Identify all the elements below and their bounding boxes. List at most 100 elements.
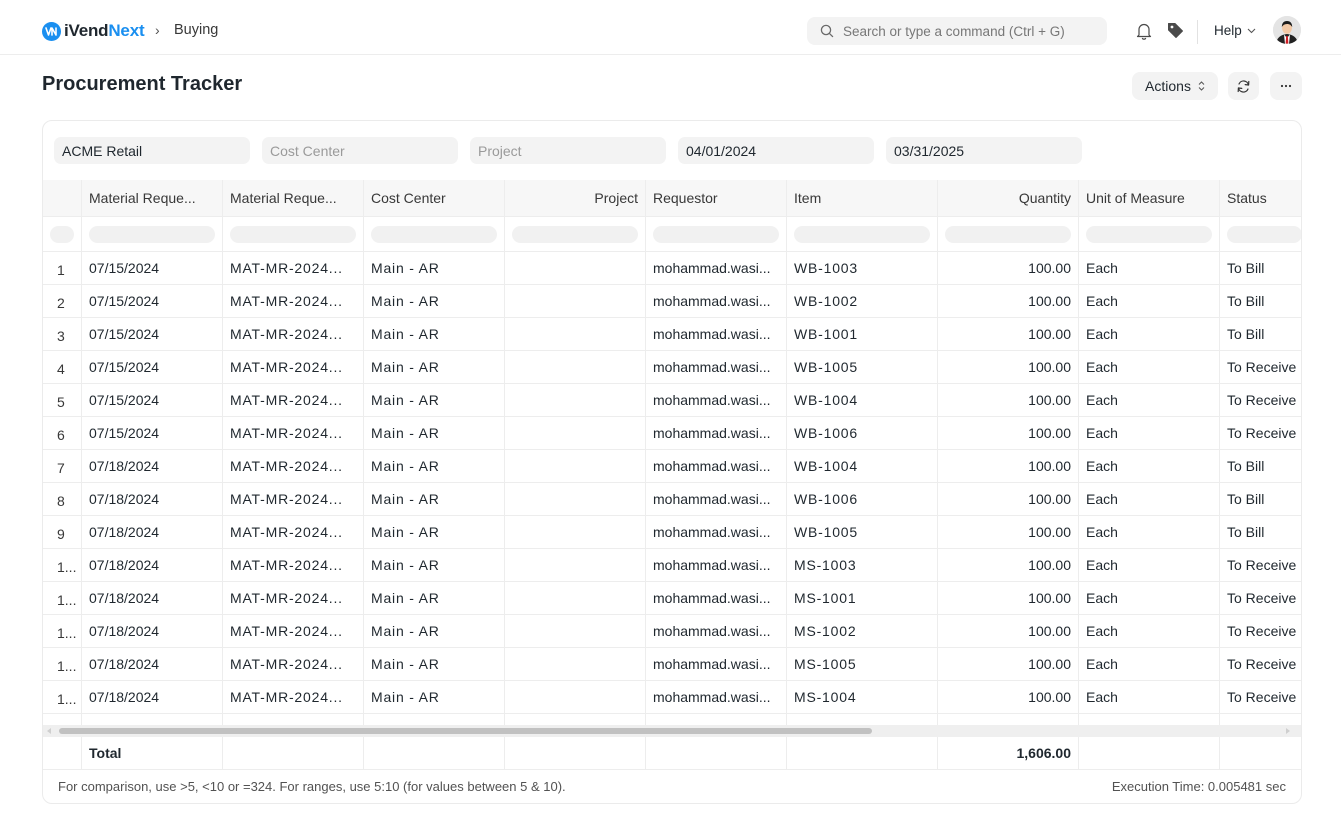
cell-unit-of-measure[interactable]: Each bbox=[1079, 252, 1220, 284]
cell-cost-center[interactable]: Main - AR bbox=[364, 417, 505, 449]
cell-material-request[interactable]: MAT-MR-2024... bbox=[223, 483, 364, 515]
column-filter-item[interactable] bbox=[794, 225, 930, 243]
cell-project[interactable] bbox=[505, 648, 646, 680]
cell-quantity[interactable]: 100.00 bbox=[938, 450, 1079, 482]
column-filter-cost-center[interactable] bbox=[371, 225, 497, 243]
cell-project[interactable] bbox=[505, 681, 646, 713]
cell-quantity[interactable]: 100.00 bbox=[938, 549, 1079, 581]
cell-material-request[interactable]: MAT-MR-2024... bbox=[223, 615, 364, 647]
cell-unit-of-measure[interactable]: Each bbox=[1079, 285, 1220, 317]
cell-project[interactable] bbox=[505, 549, 646, 581]
cell-cost-center[interactable]: Main - AR bbox=[364, 549, 505, 581]
cell-material-request[interactable]: MAT-MR-2024... bbox=[223, 516, 364, 548]
cell-item[interactable]: WB-1002 bbox=[787, 285, 938, 317]
cell-item[interactable]: MS-1004 bbox=[787, 681, 938, 713]
cell-status[interactable]: To Receive bbox=[1220, 417, 1301, 449]
cell-item[interactable]: WB-1004 bbox=[787, 450, 938, 482]
cell-status[interactable]: To Bill bbox=[1220, 450, 1301, 482]
cell-project[interactable] bbox=[505, 450, 646, 482]
cell-item[interactable]: WB-1001 bbox=[787, 318, 938, 350]
cell-cost-center[interactable]: Main - AR bbox=[364, 318, 505, 350]
to-date-filter[interactable] bbox=[886, 137, 1082, 164]
cell-status[interactable]: To Receive bbox=[1220, 351, 1301, 383]
refresh-button[interactable] bbox=[1228, 72, 1259, 100]
cell-quantity[interactable]: 100.00 bbox=[938, 318, 1079, 350]
cell-item[interactable]: MS-1005 bbox=[787, 648, 938, 680]
cell-row-index[interactable]: 1... bbox=[43, 582, 82, 614]
scroll-right-arrow-icon[interactable] bbox=[1286, 728, 1290, 734]
cell-material-request[interactable]: MAT-MR-2024... bbox=[223, 648, 364, 680]
tag-icon[interactable] bbox=[1167, 22, 1184, 39]
cell-status[interactable]: To Receive bbox=[1220, 681, 1301, 713]
cell-material-request[interactable]: MAT-MR-2024... bbox=[223, 681, 364, 713]
cell-item[interactable]: WB-1006 bbox=[787, 417, 938, 449]
cell-cost-center[interactable]: Main - AR bbox=[364, 252, 505, 284]
cell-date[interactable]: 07/18/2024 bbox=[82, 582, 223, 614]
cell-requestor[interactable]: mohammad.wasi... bbox=[646, 582, 787, 614]
cell-project[interactable] bbox=[505, 483, 646, 515]
cell-requestor[interactable]: mohammad.wasi... bbox=[646, 318, 787, 350]
cell-unit-of-measure[interactable]: Each bbox=[1079, 648, 1220, 680]
cell-project[interactable] bbox=[505, 285, 646, 317]
cell-row-index[interactable]: 1... bbox=[43, 648, 82, 680]
cell-row-index[interactable]: 5 bbox=[43, 384, 82, 416]
cell-quantity[interactable]: 100.00 bbox=[938, 582, 1079, 614]
cell-project[interactable] bbox=[505, 351, 646, 383]
cell-quantity[interactable]: 100.00 bbox=[938, 252, 1079, 284]
cell-date[interactable]: 07/18/2024 bbox=[82, 615, 223, 647]
cell-project[interactable] bbox=[505, 582, 646, 614]
column-header-quantity[interactable]: Quantity bbox=[938, 180, 1079, 216]
scrollbar-thumb[interactable] bbox=[59, 728, 872, 734]
cell-material-request[interactable]: MAT-MR-2024... bbox=[223, 450, 364, 482]
cell-row-index[interactable]: 9 bbox=[43, 516, 82, 548]
to-date-input[interactable] bbox=[894, 142, 1074, 159]
avatar[interactable] bbox=[1273, 16, 1301, 44]
cell-row-index[interactable]: 1... bbox=[43, 681, 82, 713]
cell-item[interactable]: WB-1005 bbox=[787, 516, 938, 548]
cell-date[interactable]: 07/18/2024 bbox=[82, 681, 223, 713]
cell-project[interactable] bbox=[505, 318, 646, 350]
column-header-unit-of-measure[interactable]: Unit of Measure bbox=[1079, 180, 1220, 216]
project-input[interactable] bbox=[478, 142, 658, 159]
cell-item[interactable]: WB-1003 bbox=[787, 252, 938, 284]
cell-row-index[interactable]: 2 bbox=[43, 285, 82, 317]
cell-date[interactable]: 07/18/2024 bbox=[82, 483, 223, 515]
cell-row-index[interactable]: 4 bbox=[43, 351, 82, 383]
cell-unit-of-measure[interactable]: Each bbox=[1079, 450, 1220, 482]
cell-status[interactable]: To Bill bbox=[1220, 252, 1301, 284]
cell-item[interactable]: WB-1006 bbox=[787, 483, 938, 515]
cell-date[interactable]: 07/18/2024 bbox=[82, 450, 223, 482]
column-header-row-index[interactable] bbox=[43, 180, 82, 216]
cell-item[interactable]: MS-1001 bbox=[787, 582, 938, 614]
cell-requestor[interactable]: mohammad.wasi... bbox=[646, 681, 787, 713]
cell-quantity[interactable]: 100.00 bbox=[938, 615, 1079, 647]
cell-quantity[interactable]: 100.00 bbox=[938, 285, 1079, 317]
cell-date[interactable]: 07/15/2024 bbox=[82, 252, 223, 284]
cell-requestor[interactable]: mohammad.wasi... bbox=[646, 252, 787, 284]
breadcrumb-buying[interactable]: Buying bbox=[174, 22, 218, 38]
cell-row-index[interactable]: 1... bbox=[43, 549, 82, 581]
cell-cost-center[interactable]: Main - AR bbox=[364, 582, 505, 614]
column-filter-material-request[interactable] bbox=[230, 225, 356, 243]
cell-status[interactable]: To Receive bbox=[1220, 549, 1301, 581]
search-bar[interactable] bbox=[807, 17, 1107, 45]
company-filter[interactable] bbox=[54, 137, 250, 164]
cell-row-index[interactable]: 1... bbox=[43, 615, 82, 647]
cell-row-index[interactable]: 3 bbox=[43, 318, 82, 350]
column-filter-row-index[interactable] bbox=[50, 225, 74, 243]
cell-item[interactable]: WB-1005 bbox=[787, 351, 938, 383]
cell-requestor[interactable]: mohammad.wasi... bbox=[646, 384, 787, 416]
app-logo[interactable]: iVendNext bbox=[42, 21, 145, 41]
cell-status[interactable]: To Receive bbox=[1220, 384, 1301, 416]
actions-button[interactable]: Actions bbox=[1132, 72, 1218, 100]
cell-cost-center[interactable]: Main - AR bbox=[364, 681, 505, 713]
column-header-requestor[interactable]: Requestor bbox=[646, 180, 787, 216]
scroll-left-arrow-icon[interactable] bbox=[47, 728, 51, 734]
cell-requestor[interactable]: mohammad.wasi... bbox=[646, 450, 787, 482]
cell-quantity[interactable]: 100.00 bbox=[938, 516, 1079, 548]
cell-material-request[interactable]: MAT-MR-2024... bbox=[223, 285, 364, 317]
column-filter-date[interactable] bbox=[89, 225, 215, 243]
cell-status[interactable]: To Bill bbox=[1220, 318, 1301, 350]
column-header-cost-center[interactable]: Cost Center bbox=[364, 180, 505, 216]
cell-requestor[interactable]: mohammad.wasi... bbox=[646, 351, 787, 383]
